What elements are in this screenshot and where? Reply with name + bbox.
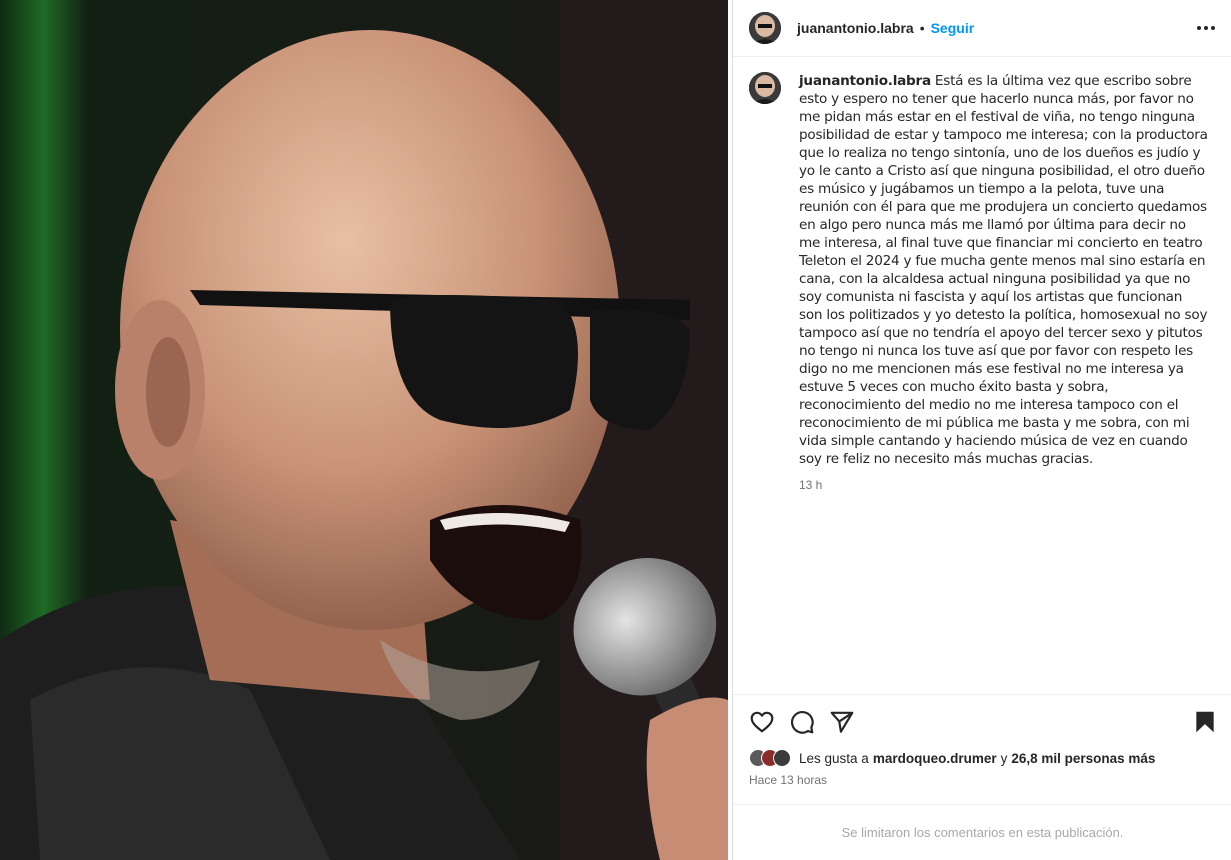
caption-text: juanantonio.labra Está es la última vez q…	[799, 72, 1209, 468]
liker-username[interactable]: mardoqueo.drumer	[873, 751, 997, 766]
post-header: juanantonio.labra • Seguir	[733, 0, 1231, 57]
send-icon	[830, 711, 854, 733]
profile-avatar[interactable]	[749, 12, 781, 44]
caption-timestamp: 13 h	[799, 478, 823, 492]
heart-icon	[750, 711, 774, 733]
post-image[interactable]	[0, 0, 728, 860]
likes-count[interactable]: 26,8 mil personas más	[1011, 751, 1155, 766]
follow-button[interactable]: Seguir	[931, 20, 975, 36]
singer-photo	[0, 0, 728, 860]
likes-joiner: y	[1000, 750, 1008, 766]
post-details-panel: juanantonio.labra • Seguir juanantonio.l…	[732, 0, 1231, 860]
post-timestamp[interactable]: Hace 13 horas	[749, 773, 827, 787]
likes-summary: Les gusta a mardoqueo.drumer y 26,8 mil …	[749, 749, 1155, 767]
caption-avatar[interactable]	[749, 72, 781, 104]
comment-button[interactable]	[789, 709, 815, 735]
share-button[interactable]	[829, 709, 855, 735]
comment-icon	[791, 711, 814, 734]
bookmark-icon	[1196, 711, 1214, 733]
separator-dot: •	[919, 20, 925, 36]
more-options-button[interactable]	[1192, 14, 1220, 42]
more-horizontal-icon	[1197, 26, 1215, 30]
caption-body-text: Está es la última vez que escribo sobre …	[799, 73, 1208, 467]
action-bar	[733, 694, 1231, 746]
caption-username[interactable]: juanantonio.labra	[799, 73, 931, 89]
likes-prefix: Les gusta a	[799, 750, 869, 766]
liker-avatars	[749, 749, 791, 767]
author-username[interactable]: juanantonio.labra	[797, 20, 914, 36]
like-button[interactable]	[749, 709, 775, 735]
save-button[interactable]	[1192, 709, 1218, 735]
caption: juanantonio.labra Está es la última vez q…	[749, 72, 1219, 492]
comments-limited-notice: Se limitaron los comentarios en esta pub…	[733, 804, 1231, 860]
liker-avatar	[773, 749, 791, 767]
